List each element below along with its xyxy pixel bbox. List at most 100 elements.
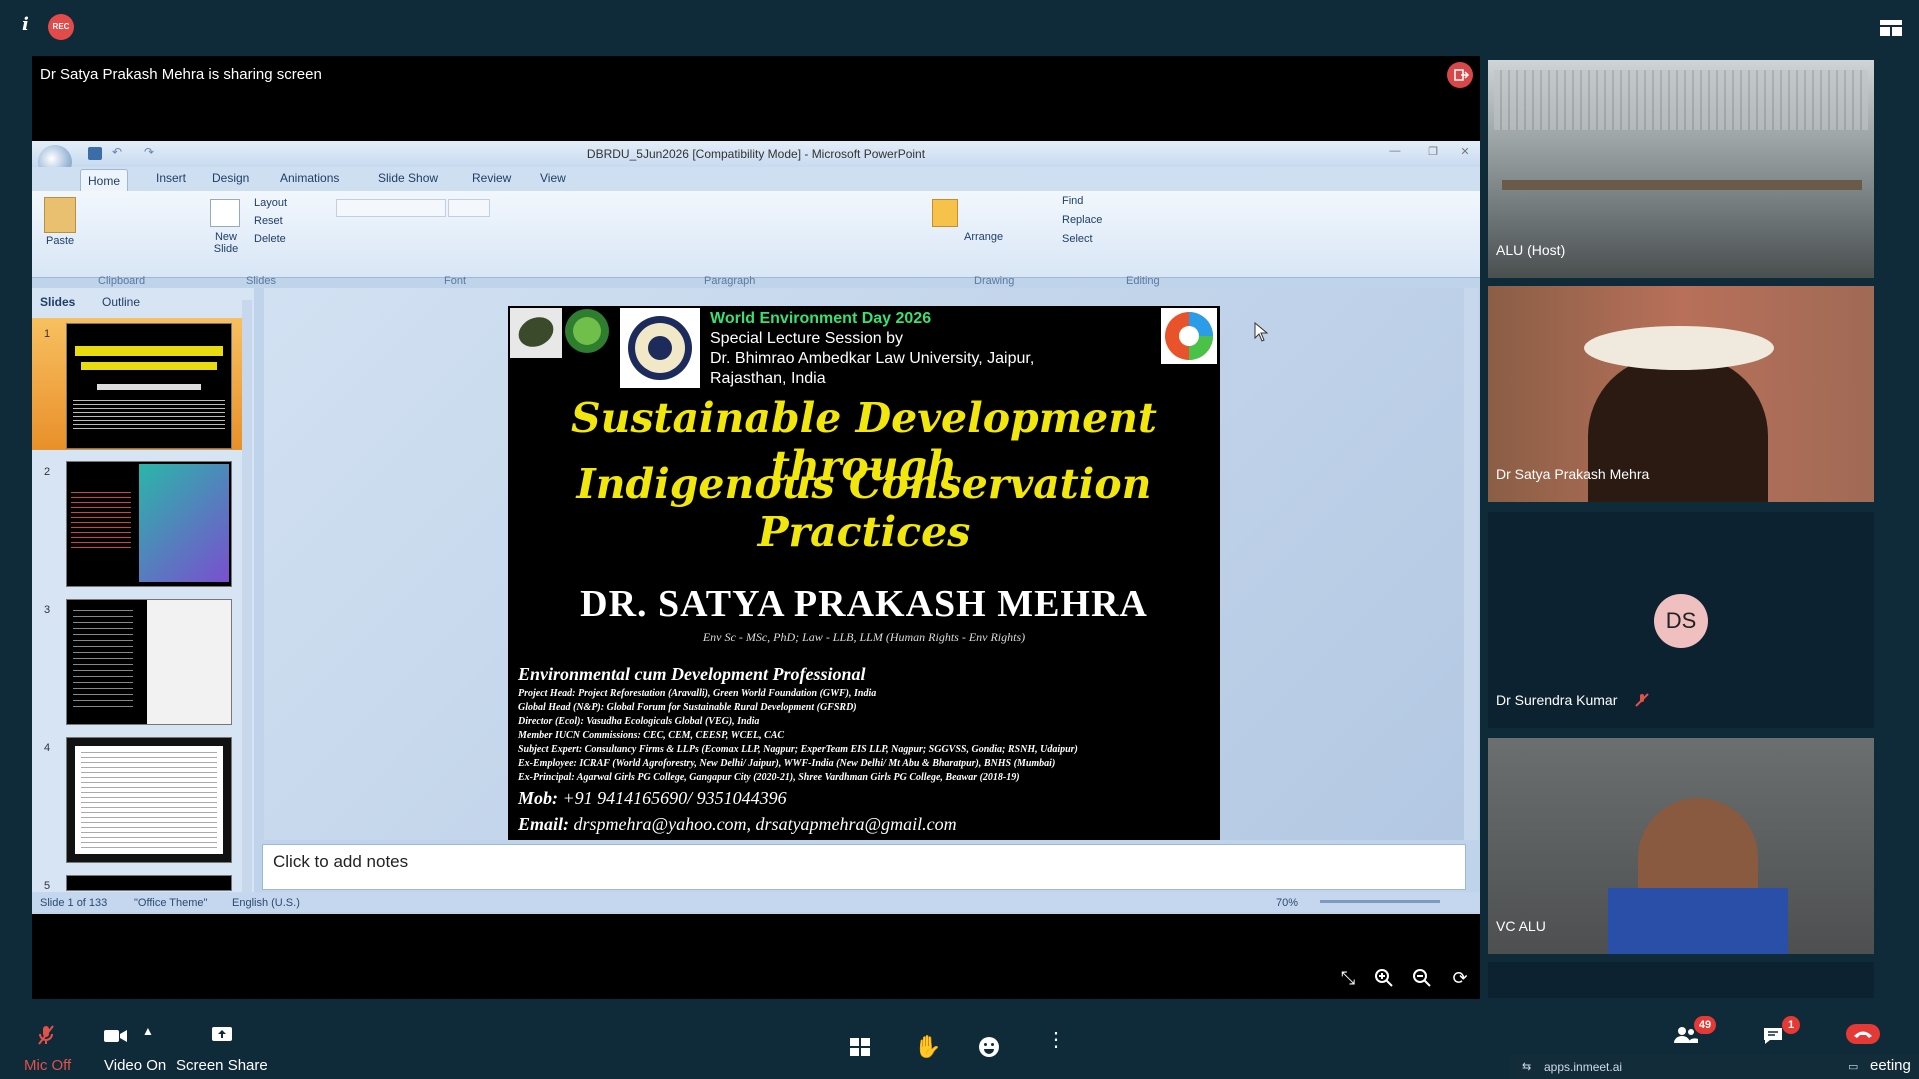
paste-button[interactable]: Paste [46, 235, 74, 247]
notes-pane[interactable] [262, 844, 1466, 890]
email-value: drspmehra@yahoo.com, drsatyapmehra@gmail… [573, 814, 957, 834]
reset-button[interactable]: Reset [254, 215, 283, 227]
participants-count-badge: 49 [1694, 1016, 1716, 1034]
chat-icon[interactable] [1762, 1026, 1784, 1051]
thumb-number: 5 [44, 880, 51, 892]
tab-view[interactable]: View [540, 171, 566, 185]
thumb-number: 2 [44, 466, 51, 478]
mobile-line: Mob: +91 9414165690/ 9351044396 [518, 788, 787, 809]
participant-tile[interactable]: VC ALU [1488, 738, 1874, 954]
screen-share-button[interactable]: Screen Share [176, 1057, 268, 1074]
speaker-qualifications: Env Sc - MSc, PhD; Law - LLB, LLM (Human… [702, 630, 1026, 644]
mic-off-button[interactable]: Mic Off [24, 1057, 71, 1074]
canvas-scrollbar[interactable] [1464, 288, 1478, 840]
fit-screen-icon[interactable]: ⤡ [1336, 968, 1360, 992]
arrange-button[interactable]: Arrange [964, 231, 1003, 243]
speaker-name: DR. SATYA PRAKASH MEHRA [580, 583, 1148, 625]
detail-line: Subject Expert: Consultancy Firms & LLPs… [518, 744, 1078, 755]
tab-animations[interactable]: Animations [280, 171, 339, 185]
speaker-details: Project Head: Project Reforestation (Ara… [518, 687, 1218, 785]
replace-button[interactable]: Replace [1062, 214, 1102, 226]
university-seal [620, 308, 700, 388]
current-slide: World Environment Day 2026 Special Lectu… [508, 306, 1220, 840]
tab-review[interactable]: Review [472, 171, 511, 185]
detail-line: Director (Ecol): Vasudha Ecologicals Glo… [518, 716, 760, 727]
layout-toggle-icon[interactable] [1880, 20, 1902, 36]
undo-icon[interactable]: ↶ [112, 145, 122, 159]
more-options-icon[interactable]: ⋮ [1046, 1030, 1066, 1050]
layout-button[interactable]: Layout [254, 197, 287, 209]
font-name-box[interactable] [336, 199, 446, 217]
event-name: World Environment Day 2026 [710, 310, 932, 327]
save-icon[interactable] [88, 147, 102, 160]
video-options-icon[interactable]: ▲ [142, 1024, 154, 1038]
find-button[interactable]: Find [1062, 195, 1083, 207]
detail-line: Member IUCN Commissions: CEC, CEM, CEESP… [518, 730, 785, 741]
screen-share-icon[interactable] [212, 1026, 232, 1049]
email-label: Email: [518, 814, 570, 834]
slide-thumbnail[interactable] [66, 737, 232, 863]
new-slide-icon[interactable] [210, 199, 240, 227]
redo-icon[interactable]: ↷ [144, 145, 154, 159]
apps-url[interactable]: apps.inmeet.ai [1544, 1060, 1622, 1074]
window-title: DBRDU_5Jun2026 [Compatibility Mode] - Mi… [586, 147, 926, 161]
tab-insert[interactable]: Insert [156, 171, 186, 185]
mobile-label: Mob: [518, 788, 558, 808]
thumb-scrollbar[interactable] [242, 300, 252, 894]
participant-avatar: DS [1654, 594, 1708, 648]
slide-thumbnail[interactable] [66, 599, 232, 725]
end-call-button[interactable] [1846, 1024, 1880, 1044]
reactions-icon[interactable] [978, 1036, 1000, 1063]
shapes-gallery-icon[interactable] [932, 199, 958, 227]
detail-line: Project Head: Project Reforestation (Ara… [518, 688, 877, 699]
close-icon[interactable]: ✕ [1454, 145, 1476, 159]
raise-hand-icon[interactable]: ✋ [914, 1034, 941, 1060]
detail-line: Ex-Principal: Agarwal Girls PG College, … [518, 772, 1020, 783]
slide-title-line-2: Indigenous Conservation Practices [576, 460, 1152, 556]
mic-muted-icon [1634, 692, 1650, 713]
participant-tile[interactable] [1488, 962, 1874, 998]
zoom-slider[interactable] [1320, 900, 1440, 903]
new-slide-button[interactable]: New Slide [210, 231, 242, 255]
thumb-number: 4 [44, 742, 51, 754]
info-icon[interactable]: i [22, 14, 29, 35]
rotate-icon[interactable]: ⟳ [1448, 968, 1472, 992]
browser-notification-bar: ⇆ apps.inmeet.ai ▭ [1510, 1055, 1919, 1079]
video-camera-icon[interactable] [104, 1028, 128, 1049]
zoom-level: 70% [1276, 897, 1299, 909]
participant-tile[interactable]: ALU (Host) [1488, 60, 1874, 278]
pane-tab-outline[interactable]: Outline [102, 295, 140, 309]
delete-button[interactable]: Delete [254, 233, 286, 245]
slide-thumbnail[interactable] [66, 875, 232, 891]
chat-count-badge: 1 [1782, 1016, 1800, 1034]
sharing-status-text: Dr Satya Prakash Mehra is sharing screen [40, 66, 322, 83]
gallery-view-icon[interactable] [850, 1038, 870, 1061]
detail-line: Ex-Employee: ICRAF (World Agroforestry, … [518, 758, 1056, 769]
zoom-out-icon[interactable] [1410, 968, 1434, 992]
university-line-2: Rajasthan, India [710, 370, 826, 387]
participant-tile[interactable]: Dr Satya Prakash Mehra [1488, 286, 1874, 502]
email-line: Email: drspmehra@yahoo.com, drsatyapmehr… [518, 814, 957, 835]
tab-slide-show[interactable]: Slide Show [378, 171, 438, 185]
pane-tab-slides[interactable]: Slides [40, 295, 75, 309]
font-size-box[interactable] [448, 199, 490, 217]
tab-home[interactable]: Home [80, 169, 128, 192]
participant-name: Dr Satya Prakash Mehra [1496, 466, 1650, 482]
video-on-button[interactable]: Video On [104, 1057, 166, 1074]
meeting-label: eeting [1870, 1057, 1911, 1074]
slide-thumbnail[interactable] [66, 461, 232, 587]
slide-thumbnail[interactable] [66, 323, 232, 449]
tab-design[interactable]: Design [212, 171, 249, 185]
participant-name: Dr Surendra Kumar [1496, 692, 1618, 708]
stop-share-button[interactable] [1447, 62, 1473, 88]
zoom-in-icon[interactable] [1372, 968, 1396, 992]
minimize-icon[interactable]: — [1384, 145, 1406, 159]
logo-right [1161, 308, 1217, 364]
notes-placeholder[interactable]: Click to add notes [273, 852, 408, 872]
restore-icon[interactable]: ❐ [1422, 145, 1444, 159]
group-editing-label: Editing [1126, 275, 1160, 287]
mobile-value: +91 9414165690/ 9351044396 [562, 788, 787, 808]
mic-off-icon[interactable] [36, 1024, 56, 1051]
select-button[interactable]: Select [1062, 233, 1093, 245]
paste-icon[interactable] [44, 197, 76, 233]
